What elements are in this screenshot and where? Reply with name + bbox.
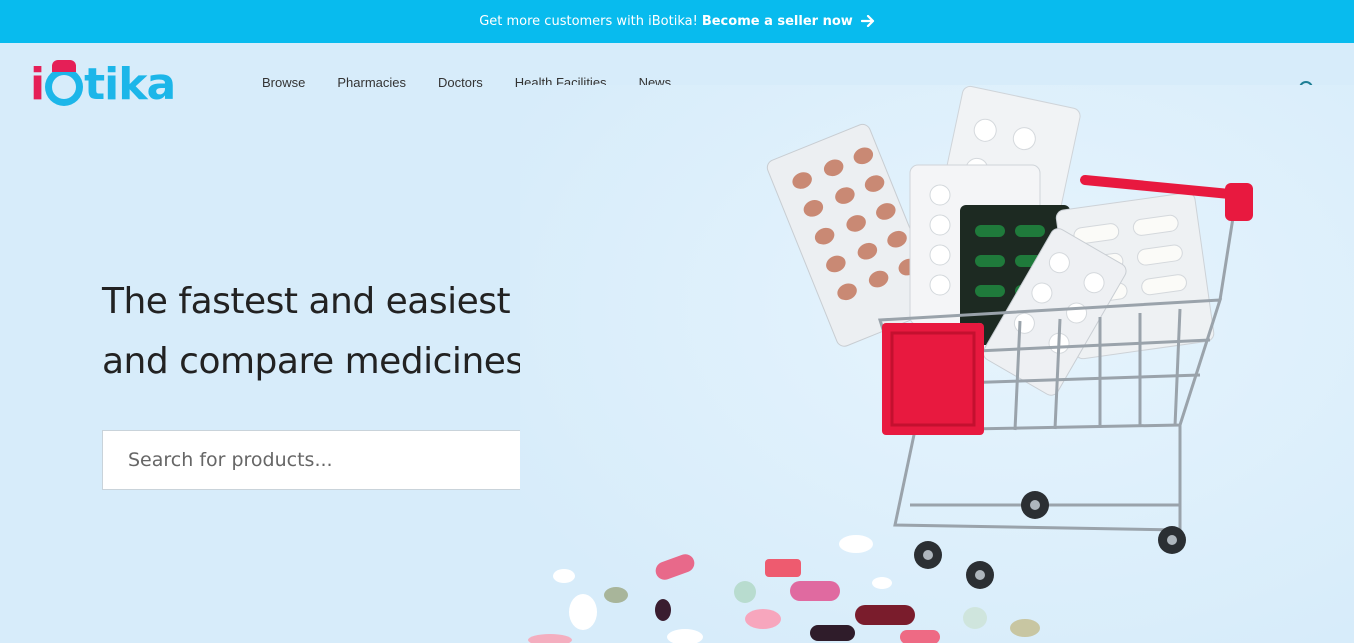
announcement-bar: Get more customers with iBotika! Become … [0,0,1354,43]
announcement-text: Get more customers with iBotika! [479,14,698,29]
logo-pill-icon [45,60,84,106]
nav-item-browse[interactable]: Browse [262,75,305,90]
nav-item-doctors[interactable]: Doctors [438,75,483,90]
arrow-right-icon[interactable] [860,13,875,31]
nav-item-pharmacies[interactable]: Pharmacies [337,75,406,90]
shopping-cart-with-medicine-blister-packs-and-pills-icon [520,85,1354,643]
logo-letter-i: i [30,58,45,110]
ibotika-logo[interactable]: i tika [30,58,176,110]
logo-text: tika [84,58,176,110]
become-seller-link[interactable]: Become a seller now [702,14,853,29]
